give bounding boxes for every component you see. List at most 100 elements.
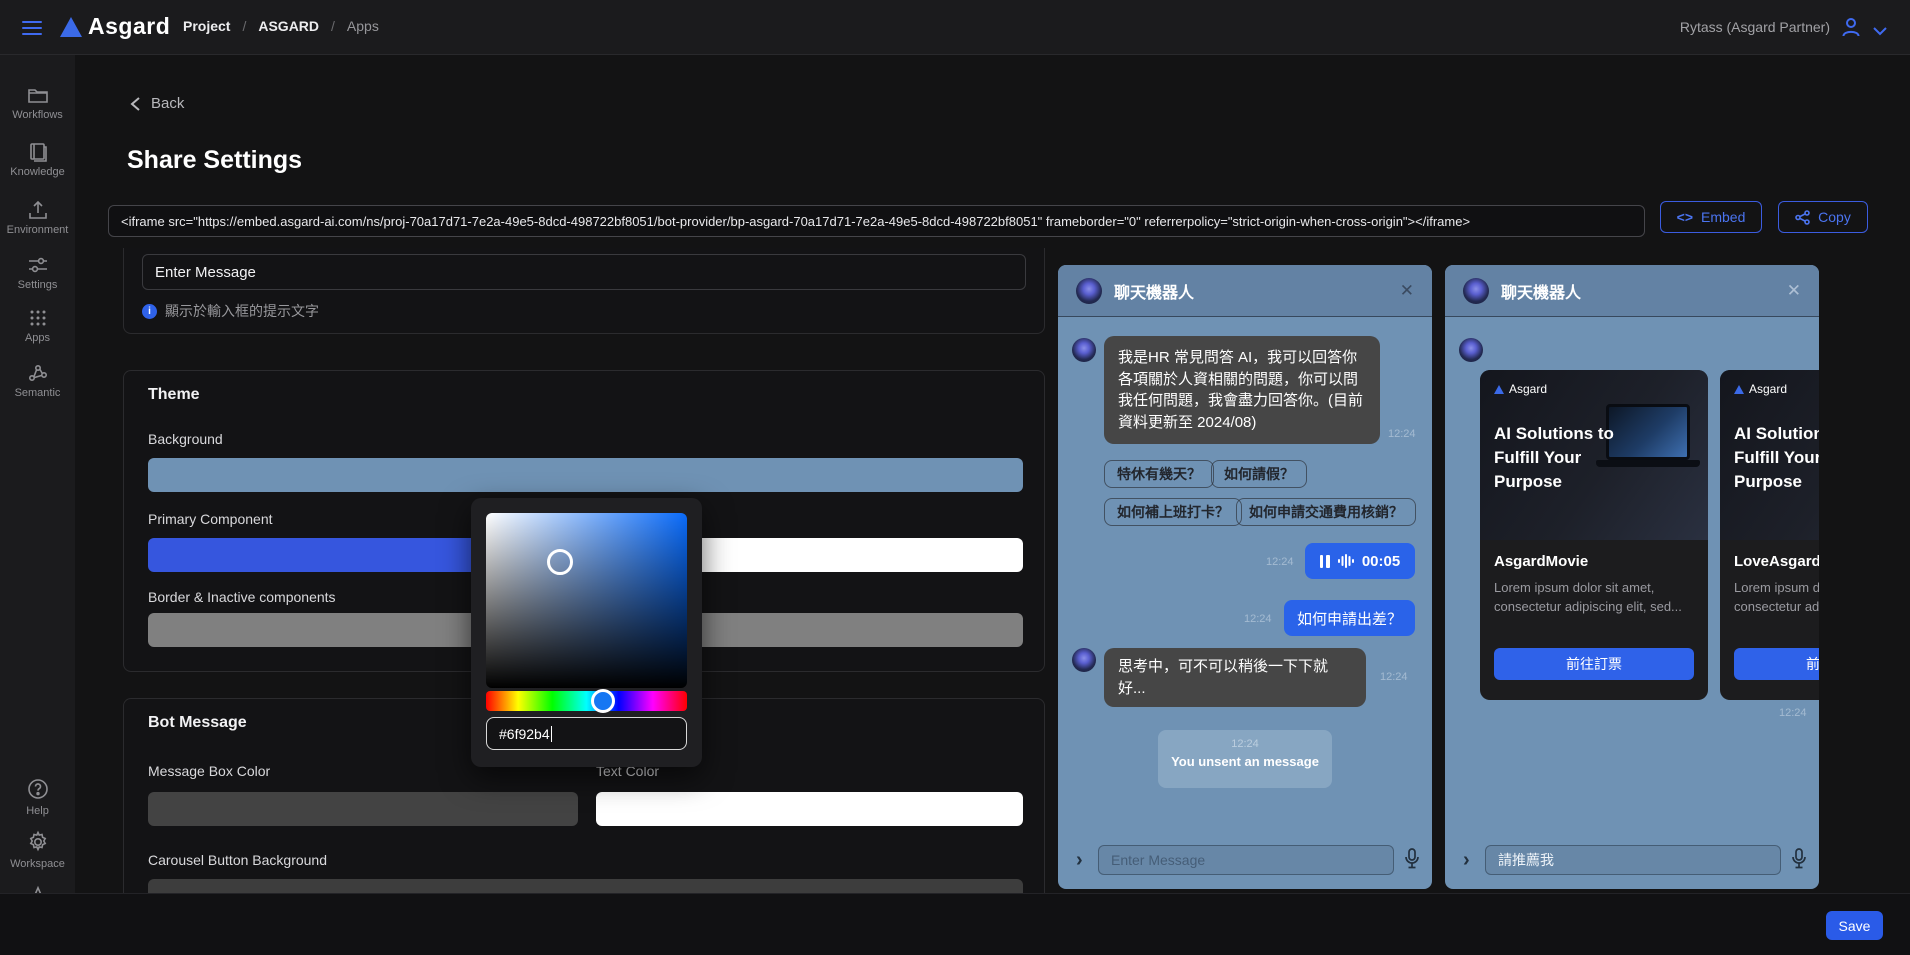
asgard-brand-mark: Asgard <box>1734 382 1787 396</box>
chat1-header: 聊天機器人 ✕ <box>1058 265 1432 317</box>
unsent-time: 12:24 <box>1158 738 1332 750</box>
quick-reply-chip[interactable]: 特休有幾天？ <box>1104 460 1214 488</box>
code-brackets-icon: <> <box>1677 209 1693 225</box>
asgard-brand-mark: Asgard <box>1494 382 1547 396</box>
breadcrumb-section[interactable]: Apps <box>347 18 379 34</box>
sidebar-item-environment[interactable]: Environment <box>0 200 75 236</box>
book-icon <box>0 142 75 162</box>
chat2-message-input[interactable] <box>1485 845 1781 875</box>
quick-reply-chip[interactable]: 如何申請交通費用核銷？ <box>1236 498 1416 526</box>
card-hero-image: Asgard AI Solutions to Fulfill Your Purp… <box>1720 370 1819 540</box>
message-box-color-swatch[interactable] <box>148 792 578 826</box>
sidebar-item-help[interactable]: Help <box>0 777 75 817</box>
message-box-color-label: Message Box Color <box>148 763 270 779</box>
breadcrumb-project[interactable]: Project <box>183 18 230 34</box>
close-icon[interactable]: ✕ <box>1400 281 1414 301</box>
chat1-title: 聊天機器人 <box>1114 279 1194 303</box>
gear-icon <box>0 830 75 854</box>
back-label: Back <box>151 95 184 112</box>
hamburger-menu-icon[interactable] <box>22 17 42 37</box>
text-caret <box>551 726 552 742</box>
chevron-down-icon[interactable] <box>1872 23 1888 41</box>
asgard-logo-icon[interactable] <box>60 17 82 37</box>
hue-slider[interactable] <box>486 691 687 711</box>
hue-handle[interactable] <box>591 689 615 713</box>
upload-icon <box>0 200 75 220</box>
sidebar-item-workflows[interactable]: Workflows <box>0 85 75 121</box>
card-description: Lorem ipsum dolor sit amet, consectetur … <box>1494 578 1694 616</box>
card-action-button[interactable]: 前往訂票 <box>1734 648 1819 680</box>
user-message-bubble: 如何申請出差？ <box>1284 600 1415 636</box>
color-picker-popup: #6f92b4 <box>471 498 702 767</box>
message-timestamp: 12:24 <box>1266 556 1294 568</box>
chat2-title: 聊天機器人 <box>1501 279 1581 303</box>
mic-icon[interactable] <box>1404 848 1420 870</box>
carousel-button-bg-swatch[interactable] <box>148 879 1023 893</box>
quick-reply-chip[interactable]: 如何補上班打卡？ <box>1104 498 1242 526</box>
embed-button[interactable]: <> Embed <box>1660 201 1762 233</box>
chevron-left-icon <box>130 96 141 112</box>
saturation-handle[interactable] <box>547 549 573 575</box>
sidebar-item-settings[interactable]: Settings <box>0 255 75 291</box>
card-title: AsgardMovie <box>1494 553 1588 570</box>
chat-preview-panel-2: 聊天機器人 ✕ Asgard AI Solutions to Fulfill Y… <box>1445 265 1819 889</box>
message-timestamp: 12:24 <box>1244 613 1272 625</box>
bot-message-bubble: 思考中，可不可以稍後一下下就好... <box>1104 648 1366 707</box>
background-color-swatch[interactable] <box>148 458 1023 492</box>
asgard-logo-text[interactable]: Asgard <box>88 13 170 40</box>
unsent-message-notice: 12:24 You unsent an message <box>1158 730 1332 788</box>
user-avatar-icon[interactable] <box>1840 16 1862 43</box>
back-button[interactable]: Back <box>130 95 184 112</box>
help-circle-icon <box>0 777 75 801</box>
carousel-card[interactable]: Asgard AI Solutions to Fulfill Your Purp… <box>1720 370 1819 700</box>
breadcrumb-app[interactable]: ASGARD <box>258 18 319 34</box>
expand-chevron-icon[interactable]: › <box>1076 850 1083 870</box>
card-overlay-text: AI Solutions to Fulfill Your Purpose <box>1734 422 1819 494</box>
network-nodes-icon <box>0 363 75 383</box>
chat2-header: 聊天機器人 ✕ <box>1445 265 1819 317</box>
message-timestamp: 12:24 <box>1779 707 1807 719</box>
quick-reply-chip[interactable]: 如何請假？ <box>1211 460 1307 488</box>
folder-icon <box>0 85 75 105</box>
bot-avatar <box>1463 278 1489 304</box>
app-root: Asgard Project / ASGARD / Apps Rytass (A… <box>0 0 1910 955</box>
primary-component-label: Primary Component <box>148 511 273 527</box>
sidebar-item-semantic[interactable]: Semantic <box>0 363 75 399</box>
embed-code-input[interactable] <box>108 205 1645 237</box>
bot-message-section-title: Bot Message <box>148 714 247 732</box>
sidebar-item-knowledge[interactable]: Knowledge <box>0 142 75 178</box>
expand-chevron-icon[interactable]: › <box>1463 850 1470 870</box>
card-overlay-text: AI Solutions to Fulfill Your Purpose <box>1494 422 1616 494</box>
bot-avatar <box>1459 338 1483 362</box>
grid-dots-icon <box>0 308 75 328</box>
asgard-triangle-icon <box>1734 385 1744 394</box>
enter-message-field[interactable] <box>142 254 1026 290</box>
asgard-triangle-icon <box>1494 385 1504 394</box>
sidebar-item-apps[interactable]: Apps <box>0 308 75 344</box>
card-hero-image: Asgard AI Solutions to Fulfill Your Purp… <box>1480 370 1708 540</box>
chat1-message-input[interactable] <box>1098 845 1394 875</box>
breadcrumb: Project / ASGARD / Apps <box>183 18 379 34</box>
message-timestamp: 12:24 <box>1380 671 1408 683</box>
save-button[interactable]: Save <box>1826 911 1883 940</box>
pause-icon[interactable] <box>1320 555 1330 568</box>
mic-icon[interactable] <box>1791 848 1807 870</box>
text-color-swatch[interactable] <box>596 792 1023 826</box>
close-icon[interactable]: ✕ <box>1787 281 1801 301</box>
bot-avatar <box>1072 648 1096 672</box>
audio-message-bubble[interactable]: 00:05 <box>1305 543 1415 579</box>
carousel-card[interactable]: Asgard AI Solutions to Fulfill Your Purp… <box>1480 370 1708 700</box>
card-action-button[interactable]: 前往訂票 <box>1494 648 1694 680</box>
sliders-icon <box>0 255 75 275</box>
sidebar-nav: Workflows Knowledge Environment Settings… <box>0 55 75 955</box>
copy-button[interactable]: Copy <box>1778 201 1868 233</box>
saturation-area[interactable] <box>486 513 687 688</box>
sidebar-item-workspace[interactable]: Workspace <box>0 830 75 870</box>
page-title: Share Settings <box>127 146 302 175</box>
info-icon: i <box>142 304 157 319</box>
theme-section-title: Theme <box>148 386 200 404</box>
hex-color-input[interactable]: #6f92b4 <box>486 717 687 750</box>
card-description: Lorem ipsum dolor sit amet, consectetur … <box>1734 578 1819 616</box>
bot-message-bubble: 我是HR 常見問答 AI，我可以回答你各項關於人資相關的問題，你可以問我任何問題… <box>1104 336 1380 444</box>
background-label: Background <box>148 431 223 447</box>
